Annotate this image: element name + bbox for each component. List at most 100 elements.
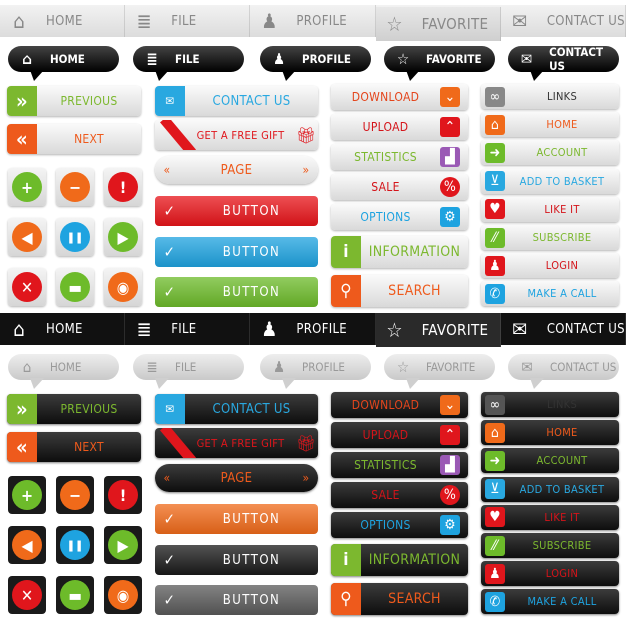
next-button[interactable]: « NEXT <box>7 432 141 462</box>
tab-home[interactable]: ⌂ HOME <box>0 5 126 37</box>
close-button[interactable]: ✕ <box>8 576 46 614</box>
contact-us-button[interactable]: ✉ CONTACT US <box>155 86 318 116</box>
statistics-button[interactable]: STATISTICS ▟ <box>331 144 468 170</box>
tab-profile[interactable]: ♟ PROFILE <box>250 313 376 345</box>
bubble-profile[interactable]: ♟ PROFILE <box>260 354 371 380</box>
bubble-home[interactable]: ⌂ HOME <box>8 354 119 380</box>
bubble-tail <box>282 378 296 389</box>
download-icon: ⌄ <box>440 395 460 415</box>
tab-label: FAVORITE <box>421 321 489 339</box>
subscribe-button[interactable]: ⁄⁄ SUBSCRIBE <box>481 225 619 250</box>
statistics-button[interactable]: STATISTICS ▟ <box>331 452 468 478</box>
rss-button[interactable]: ◉ <box>104 268 142 306</box>
tab-contact-us[interactable]: ✉ CONTACT US <box>501 5 626 37</box>
play-button[interactable]: ▶ <box>104 526 142 564</box>
button-1[interactable]: ✓ BUTTON <box>155 504 318 534</box>
free-gift-button[interactable]: GET A FREE GIFT 🎁︎ <box>155 428 318 458</box>
bubble-tail <box>406 378 420 389</box>
upload-button[interactable]: UPLOAD ⌃ <box>331 114 468 140</box>
contact-us-button[interactable]: ✉ CONTACT US <box>155 394 318 424</box>
make-a-call-button[interactable]: ✆ MAKE A CALL <box>481 589 619 615</box>
sale-button[interactable]: SALE% <box>331 174 468 200</box>
button-3[interactable]: ✓ BUTTON <box>155 585 318 615</box>
login-button[interactable]: ♟ LOGIN <box>481 253 619 279</box>
add-to-basket-button[interactable]: ⊻ ADD TO BASKET <box>481 168 619 194</box>
tab-file[interactable]: ≣ FILE <box>125 313 251 345</box>
plus-button[interactable]: + <box>8 168 46 206</box>
bubble-favorite[interactable]: ☆ FAVORITE <box>384 354 495 380</box>
page-label: PAGE <box>220 470 253 486</box>
home-button[interactable]: ⌂ HOME <box>481 112 619 138</box>
bubble-contact-us[interactable]: ✉ CONTACT US <box>508 45 619 73</box>
user-icon: ♟ <box>272 358 286 376</box>
search-button[interactable]: ⚲ SEARCH <box>331 275 468 307</box>
alert-button[interactable]: ! <box>104 168 142 206</box>
button-2[interactable]: ✓ BUTTON <box>155 545 318 575</box>
upload-label: UPLOAD <box>362 428 409 442</box>
sale-button[interactable]: SALE% <box>331 482 468 508</box>
previous-button[interactable]: » PREVIOUS <box>7 394 141 424</box>
home-button[interactable]: ⌂ HOME <box>481 420 619 446</box>
bubble-favorite[interactable]: ☆ FAVORITE <box>384 46 495 72</box>
search-button[interactable]: ⚲ SEARCH <box>331 583 468 615</box>
rss-button[interactable]: ◉ <box>104 576 142 614</box>
bubble-file[interactable]: ≣ FILE <box>133 354 244 380</box>
close-button[interactable]: ✕ <box>8 268 46 306</box>
tab-profile[interactable]: ♟ PROFILE <box>250 5 376 37</box>
options-button[interactable]: OPTIONS ⚙ <box>331 204 468 230</box>
bubble-contact-us[interactable]: ✉ CONTACT US <box>508 354 619 380</box>
options-button[interactable]: OPTIONS ⚙ <box>331 512 468 538</box>
links-button[interactable]: ∞ LINKS <box>481 392 619 417</box>
item-label: SUBSCRIBE <box>532 231 592 244</box>
tab-contact-us[interactable]: ✉ CONTACT US <box>501 313 626 345</box>
free-gift-button[interactable]: GET A FREE GIFT 🎁︎ <box>155 120 318 150</box>
next-button[interactable]: « NEXT <box>7 124 141 154</box>
home-icon: ⌂ <box>13 317 25 341</box>
button-2[interactable]: ✓ BUTTON <box>155 237 318 267</box>
play-button[interactable]: ▶ <box>104 218 142 256</box>
prev-page-arrow[interactable]: « <box>155 471 179 485</box>
subscribe-button[interactable]: ⁄⁄ SUBSCRIBE <box>481 533 619 558</box>
download-button[interactable]: DOWNLOAD ⌄ <box>331 392 468 418</box>
back-button[interactable]: ◀ <box>8 218 46 256</box>
button-3[interactable]: ✓ BUTTON <box>155 277 318 307</box>
like-it-button[interactable]: ♥ LIKE IT <box>481 196 619 222</box>
search-label: SEARCH <box>388 283 441 299</box>
gear-icon: ⚙ <box>440 207 460 227</box>
alert-button[interactable]: ! <box>104 476 142 514</box>
minus-button[interactable]: − <box>56 476 94 514</box>
links-button[interactable]: ∞ LINKS <box>481 84 619 109</box>
tab-favorite[interactable]: ☆ FAVORITE <box>375 313 501 347</box>
previous-button[interactable]: » PREVIOUS <box>7 86 141 116</box>
account-button[interactable]: ➜ ACCOUNT <box>481 140 619 166</box>
prev-page-arrow[interactable]: « <box>155 163 179 177</box>
bubble-profile[interactable]: ♟ PROFILE <box>260 46 371 72</box>
bubble-home[interactable]: ⌂ HOME <box>8 46 119 72</box>
alert-icon: ! <box>108 172 138 202</box>
pause-button[interactable]: ❚❚ <box>56 526 94 564</box>
bubble-file[interactable]: ≣ FILE <box>133 46 244 72</box>
next-page-arrow[interactable]: » <box>294 163 318 177</box>
upload-button[interactable]: UPLOAD ⌃ <box>331 422 468 448</box>
plus-button[interactable]: + <box>8 476 46 514</box>
information-button[interactable]: i INFORMATION <box>331 236 468 268</box>
options-label: OPTIONS <box>360 210 411 224</box>
minus-button[interactable]: − <box>56 168 94 206</box>
bubble-label: HOME <box>50 360 82 374</box>
button-1[interactable]: ✓ BUTTON <box>155 196 318 226</box>
chat-button[interactable]: ▬ <box>56 576 94 614</box>
login-button[interactable]: ♟ LOGIN <box>481 561 619 587</box>
next-page-arrow[interactable]: » <box>294 471 318 485</box>
pause-button[interactable]: ❚❚ <box>56 218 94 256</box>
back-button[interactable]: ◀ <box>8 526 46 564</box>
account-button[interactable]: ➜ ACCOUNT <box>481 448 619 474</box>
tab-home[interactable]: ⌂ HOME <box>0 313 126 345</box>
like-it-button[interactable]: ♥ LIKE IT <box>481 504 619 530</box>
make-a-call-button[interactable]: ✆ MAKE A CALL <box>481 281 619 307</box>
tab-favorite[interactable]: ☆ FAVORITE <box>375 7 501 41</box>
chat-button[interactable]: ▬ <box>56 268 94 306</box>
tab-file[interactable]: ≣ FILE <box>125 5 251 37</box>
add-to-basket-button[interactable]: ⊻ ADD TO BASKET <box>481 476 619 502</box>
download-button[interactable]: DOWNLOAD ⌄ <box>331 84 468 110</box>
information-button[interactable]: i INFORMATION <box>331 544 468 576</box>
